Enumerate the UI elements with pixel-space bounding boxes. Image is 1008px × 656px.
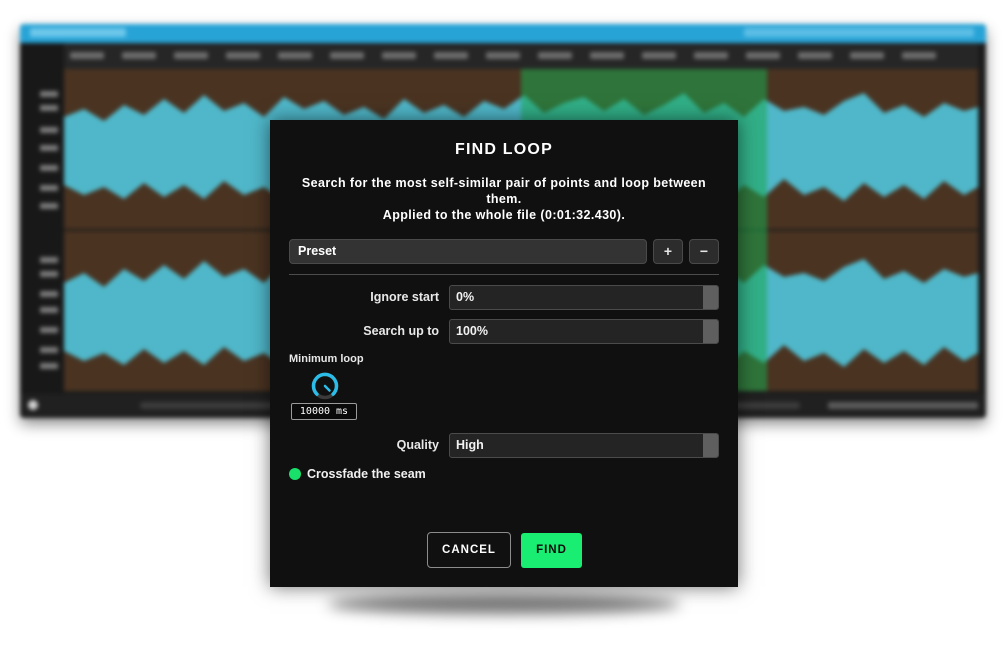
quality-select[interactable]: High [449,433,719,458]
search-up-to-label: Search up to [363,324,439,338]
preset-remove-button[interactable]: − [689,239,719,264]
search-up-to-value: 100% [456,324,488,338]
minus-icon: − [699,243,709,259]
preset-select[interactable]: Preset [289,239,647,264]
description-line-2: Applied to the whole file (0:01:32.430). [382,208,626,222]
minimum-loop-label: Minimum loop [289,353,364,365]
minimum-loop-value[interactable]: 10000 ms [291,403,357,420]
dialog-divider [289,274,719,275]
quality-label: Quality [396,438,439,452]
quality-dropdown-handle[interactable] [703,434,718,457]
find-loop-dialog: FIND LOOP Search for the most self-simil… [270,120,738,587]
ignore-start-value: 0% [456,290,475,304]
quality-value: High [456,438,484,452]
crossfade-label[interactable]: Crossfade the seam [307,467,426,481]
find-button[interactable]: FIND [521,533,582,568]
background-time-ruler [64,43,978,69]
plus-icon: + [663,243,673,259]
dialog-drop-shadow [328,594,680,614]
background-level-scale [20,43,64,394]
dialog-description: Search for the most self-similar pair of… [284,175,724,223]
search-up-to-slider-handle[interactable] [703,320,718,343]
cancel-button[interactable]: CANCEL [427,532,511,568]
ignore-start-label: Ignore start [370,290,439,304]
search-up-to-field[interactable]: 100% [449,319,719,344]
dialog-title: FIND LOOP [455,141,553,158]
check-dot-icon[interactable] [289,468,301,480]
knob-icon[interactable] [310,371,340,401]
preset-add-button[interactable]: + [653,239,683,264]
background-titlebar [20,24,986,43]
description-line-1: Search for the most self-similar pair of… [301,176,707,206]
ignore-start-slider-handle[interactable] [703,286,718,309]
ignore-start-field[interactable]: 0% [449,285,719,310]
